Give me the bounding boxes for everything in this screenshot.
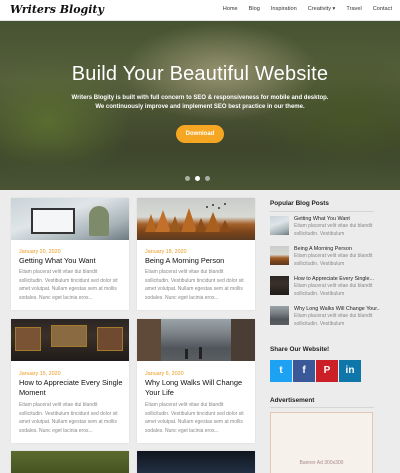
post-excerpt: Etiam placerat velit vitae dui blandit s… [19,269,118,301]
post-card[interactable] [11,451,129,473]
nav-home[interactable]: Home [223,6,238,12]
twitter-icon[interactable]: t [270,360,292,382]
post-date: January 6, 2020 [145,371,184,377]
post-card[interactable] [137,451,255,473]
popular-post-item[interactable]: How to Appreciate Every Single... Etiam … [270,276,378,300]
divider [270,211,374,212]
site-logo[interactable]: Writers Blogity [10,3,104,16]
popular-post-thumbnail[interactable] [270,276,289,295]
popular-post-excerpt: Etiam placerat velit vitae dui blandit s… [294,253,373,267]
popular-post-item[interactable]: Getting What You Want Etiam placerat vel… [270,216,378,240]
post-excerpt: Etiam placerat velit vitae dui blandit s… [19,402,118,434]
popular-post-excerpt: Etiam placerat velit vitae dui blandit s… [294,223,373,237]
post-card[interactable]: January 6, 2020 Why Long Walks Will Chan… [137,319,255,443]
top-navbar: Writers Blogity Home Blog Inspiration Cr… [0,0,400,21]
nav-creativity-dropdown[interactable]: Creativity ▾ [308,6,336,12]
popular-post-excerpt: Etiam placerat velit vitae dui blandit s… [294,313,373,327]
popular-post-title[interactable]: How to Appreciate Every Single... [294,276,380,282]
post-card[interactable]: January 18, 2020 Being A Morning Person … [137,198,255,310]
hero-title: Build Your Beautiful Website [71,63,329,85]
share-heading: Share Our Website! [270,346,330,353]
nav-inspiration[interactable]: Inspiration [271,6,297,12]
main-menu: Home Blog Inspiration Creativity ▾ Trave… [212,6,392,12]
pinterest-icon[interactable]: P [316,360,338,382]
post-thumbnail-gallery[interactable] [11,319,129,361]
popular-post-item[interactable]: Why Long Walks Will Change Your... Etiam… [270,306,380,330]
post-date: January 20, 2020 [19,249,61,255]
popular-post-title[interactable]: Getting What You Want [294,216,380,222]
slider-dot-1[interactable] [185,176,190,181]
post-thumbnail[interactable] [11,451,129,473]
popular-post-title[interactable]: Why Long Walks Will Change Your... [294,306,380,312]
popular-post-item[interactable]: Being A Morning Person Etiam placerat ve… [270,246,378,270]
popular-post-thumbnail[interactable] [270,216,289,235]
post-title[interactable]: Why Long Walks Will Change Your Life [145,378,249,398]
post-card[interactable]: January 15, 2020 How to Appreciate Every… [11,319,129,443]
post-date: January 15, 2020 [19,371,61,377]
post-thumbnail-laptop[interactable] [11,198,129,240]
hero-slider: Build Your Beautiful Website Writers Blo… [0,21,400,190]
post-thumbnail-trees[interactable] [137,198,255,240]
post-excerpt: Etiam placerat velit vitae dui blandit s… [145,269,244,301]
hero-text-line-2: We continuously improve and implement SE… [95,104,305,110]
popular-post-title[interactable]: Being A Morning Person [294,246,380,252]
banner-ad-label: Banner Ad 300x300 [299,460,344,466]
post-title[interactable]: Being A Morning Person [145,256,249,266]
post-thumbnail-street[interactable] [137,319,255,361]
post-date: January 18, 2020 [145,249,187,255]
trees-illustration [145,203,231,232]
post-title[interactable]: How to Appreciate Every Single Moment [19,378,123,398]
advertisement-heading: Advertisement [270,397,315,404]
divider [270,407,374,408]
popular-post-thumbnail[interactable] [270,306,289,325]
popular-post-thumbnail[interactable] [270,246,289,265]
linkedin-icon[interactable]: in [339,360,361,382]
post-excerpt: Etiam placerat velit vitae dui blandit s… [145,402,244,434]
slider-dot-3[interactable] [205,176,210,181]
nav-blog[interactable]: Blog [249,6,260,12]
facebook-icon[interactable]: f [293,360,315,382]
popular-post-excerpt: Etiam placerat velit vitae dui blandit s… [294,283,373,297]
post-title[interactable]: Getting What You Want [19,256,123,266]
banner-ad[interactable]: Banner Ad 300x300 [270,412,373,473]
post-thumbnail[interactable] [137,451,255,473]
popular-posts-heading: Popular Blog Posts [270,200,329,207]
hero-text-line-1: Writers Blogity is built with full conce… [71,95,329,101]
nav-contact[interactable]: Contact [373,6,392,12]
download-button[interactable]: Download [176,125,224,143]
slider-dot-2[interactable] [195,176,200,181]
nav-travel[interactable]: Travel [346,6,361,12]
hero-foliage [0,144,400,190]
post-card[interactable]: January 20, 2020 Getting What You Want E… [11,198,129,310]
slider-dots [185,176,210,181]
